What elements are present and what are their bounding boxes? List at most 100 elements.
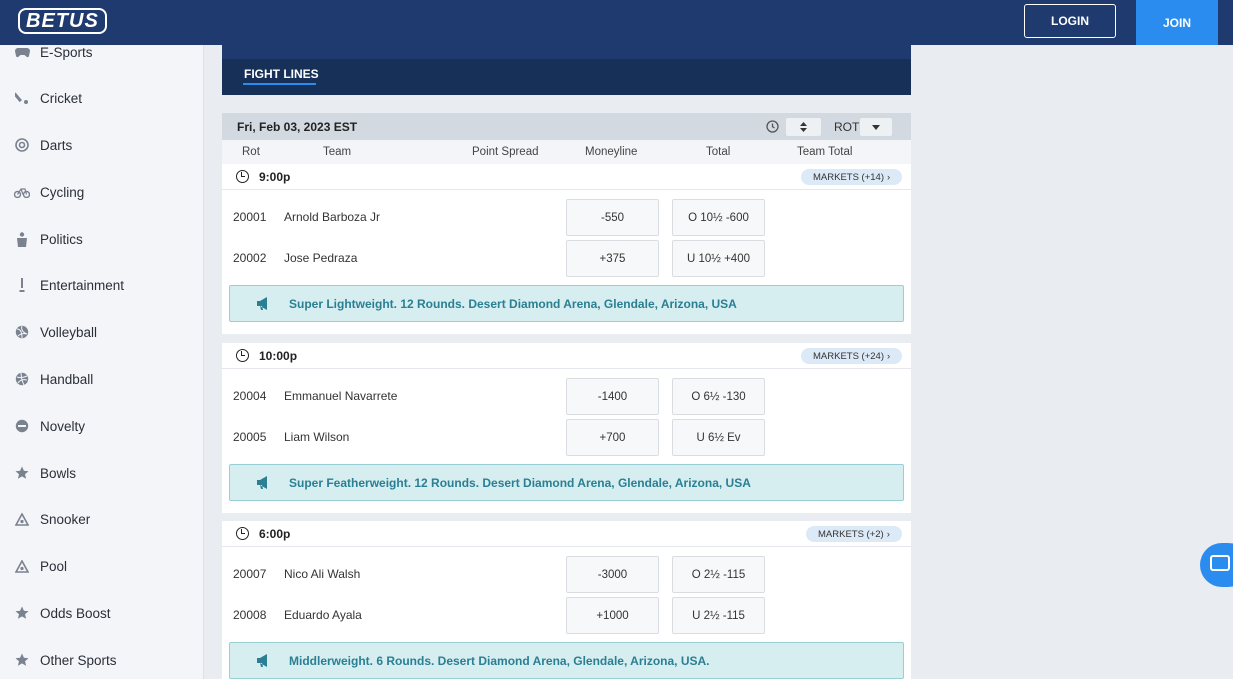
event-time: 10:00p	[259, 349, 298, 363]
column-header-team-total: Team Total	[797, 146, 853, 158]
event-time-row: 6:00p MARKETS (+2) ›	[222, 521, 911, 547]
rotation-number: 20007	[233, 567, 267, 581]
sidebar-item-esports[interactable]: E-Sports	[0, 45, 203, 75]
moneyline-odds-button[interactable]: -3000	[566, 556, 659, 593]
event-card: 10:00p MARKETS (+24) › 20004 Emmanuel Nav…	[222, 343, 911, 513]
sports-sidebar: E-Sports Cricket Darts Cycling Politics …	[0, 45, 204, 679]
sort-toggle-button[interactable]	[786, 118, 821, 136]
table-row: 20001 Arnold Barboza Jr -550 O 10½ -600	[222, 197, 911, 237]
sidebar-item-label: Novelty	[40, 418, 86, 434]
markets-button[interactable]: MARKETS (+2) ›	[806, 526, 902, 542]
total-odds-button[interactable]: O 6½ -130	[672, 378, 765, 415]
sidebar-item-pool[interactable]: Pool	[0, 543, 203, 589]
rotation-number: 20002	[233, 251, 267, 265]
tab-fight-lines[interactable]: FIGHT LINES	[244, 67, 319, 81]
sidebar-item-politics[interactable]: Politics	[0, 216, 203, 262]
fighter-name: Jose Pedraza	[284, 251, 358, 265]
fighter-name: Liam Wilson	[284, 430, 350, 444]
fight-lines-header: FIGHT LINES	[222, 45, 911, 95]
event-time: 6:00p	[259, 527, 291, 541]
top-navigation-bar: BETUS LOGIN JOIN	[0, 0, 1233, 45]
star-icon	[14, 465, 30, 481]
chevron-right-icon: ›	[887, 171, 891, 183]
rotation-number: 20005	[233, 430, 267, 444]
markets-label: MARKETS (+24)	[813, 350, 885, 362]
column-header-rot: Rot	[242, 146, 260, 158]
volleyball-icon	[14, 324, 30, 340]
star-icon	[14, 652, 30, 668]
megaphone-icon	[257, 297, 267, 310]
megaphone-icon	[257, 476, 267, 489]
table-row: 20007 Nico Ali Walsh -3000 O 2½ -115	[222, 554, 911, 594]
event-info-banner: Super Featherweight. 12 Rounds. Desert D…	[229, 464, 904, 501]
clock-icon	[236, 349, 249, 362]
live-chat-button[interactable]	[1200, 543, 1233, 587]
sidebar-item-label: Cricket	[40, 90, 83, 106]
moneyline-odds-button[interactable]: +375	[566, 240, 659, 277]
table-row: 20005 Liam Wilson +700 U 6½ Ev	[222, 417, 911, 457]
chat-bubble-icon	[1210, 555, 1230, 571]
sidebar-item-cycling[interactable]: Cycling	[0, 169, 203, 215]
rotation-number: 20001	[233, 210, 267, 224]
sidebar-item-label: Other Sports	[40, 652, 117, 668]
fighter-name: Eduardo Ayala	[284, 608, 362, 622]
moneyline-odds-button[interactable]: -1400	[566, 378, 659, 415]
event-card: 6:00p MARKETS (+2) › 20007 Nico Ali Walsh…	[222, 521, 911, 679]
fighter-name: Emmanuel Navarrete	[284, 389, 398, 403]
total-odds-button[interactable]: O 10½ -600	[672, 199, 765, 236]
table-row: 20002 Jose Pedraza +375 U 10½ +400	[222, 238, 911, 278]
chevron-right-icon: ›	[886, 528, 890, 540]
sidebar-item-entertainment[interactable]: Entertainment	[0, 262, 203, 308]
event-date: Fri, Feb 03, 2023 EST	[237, 120, 358, 134]
total-odds-button[interactable]: U 10½ +400	[672, 240, 765, 277]
megaphone-icon	[257, 654, 267, 667]
moneyline-odds-button[interactable]: +700	[566, 419, 659, 456]
dartboard-icon	[14, 137, 30, 153]
sidebar-item-bowls[interactable]: Bowls	[0, 450, 203, 496]
sidebar-item-cricket[interactable]: Cricket	[0, 75, 203, 121]
sidebar-item-label: Volleyball	[40, 324, 98, 340]
event-time: 9:00p	[259, 170, 291, 184]
join-button[interactable]: JOIN	[1136, 0, 1218, 45]
sidebar-item-darts[interactable]: Darts	[0, 122, 203, 168]
sort-label: ROT	[834, 120, 860, 134]
sidebar-item-label: Cycling	[40, 184, 85, 200]
handball-icon	[14, 371, 30, 387]
podium-icon	[14, 231, 30, 247]
sort-by-time-icon[interactable]	[766, 120, 779, 136]
sidebar-item-snooker[interactable]: Snooker	[0, 496, 203, 542]
cricket-icon	[14, 90, 30, 106]
chevron-down-icon	[872, 124, 880, 130]
odds-column-headers: Rot Team Point Spread Moneyline Total Te…	[222, 140, 911, 164]
markets-button[interactable]: MARKETS (+24) ›	[801, 348, 903, 364]
sidebar-item-handball[interactable]: Handball	[0, 356, 203, 402]
sidebar-item-label: Handball	[40, 371, 94, 387]
event-info-text: Super Featherweight. 12 Rounds. Desert D…	[289, 476, 751, 490]
betus-logo[interactable]: BETUS	[18, 8, 107, 34]
table-row: 20004 Emmanuel Navarrete -1400 O 6½ -130	[222, 376, 911, 416]
sidebar-item-odds-boost[interactable]: Odds Boost	[0, 590, 203, 636]
column-header-team: Team	[323, 146, 352, 158]
star-icon	[14, 605, 30, 621]
moneyline-odds-button[interactable]: +1000	[566, 597, 659, 634]
sort-dropdown[interactable]	[860, 118, 892, 136]
total-odds-button[interactable]: U 2½ -115	[672, 597, 765, 634]
clock-icon	[236, 170, 249, 183]
fighter-name: Arnold Barboza Jr	[284, 210, 381, 224]
gamepad-icon	[14, 45, 30, 60]
sidebar-item-label: Pool	[40, 558, 68, 574]
login-button[interactable]: LOGIN	[1024, 4, 1116, 38]
total-odds-button[interactable]: U 6½ Ev	[672, 419, 765, 456]
triangle-rack-icon	[14, 511, 30, 527]
sidebar-item-label: Bowls	[40, 465, 77, 481]
total-odds-button[interactable]: O 2½ -115	[672, 556, 765, 593]
sidebar-item-label: Entertainment	[40, 277, 125, 293]
new-badge-icon	[14, 418, 30, 434]
sidebar-item-novelty[interactable]: Novelty	[0, 403, 203, 449]
sidebar-item-other-sports[interactable]: Other Sports	[0, 637, 203, 679]
chevron-right-icon: ›	[887, 350, 891, 362]
moneyline-odds-button[interactable]: -550	[566, 199, 659, 236]
sidebar-item-volleyball[interactable]: Volleyball	[0, 309, 203, 355]
column-header-total: Total	[706, 146, 731, 158]
markets-button[interactable]: MARKETS (+14) ›	[801, 169, 903, 185]
